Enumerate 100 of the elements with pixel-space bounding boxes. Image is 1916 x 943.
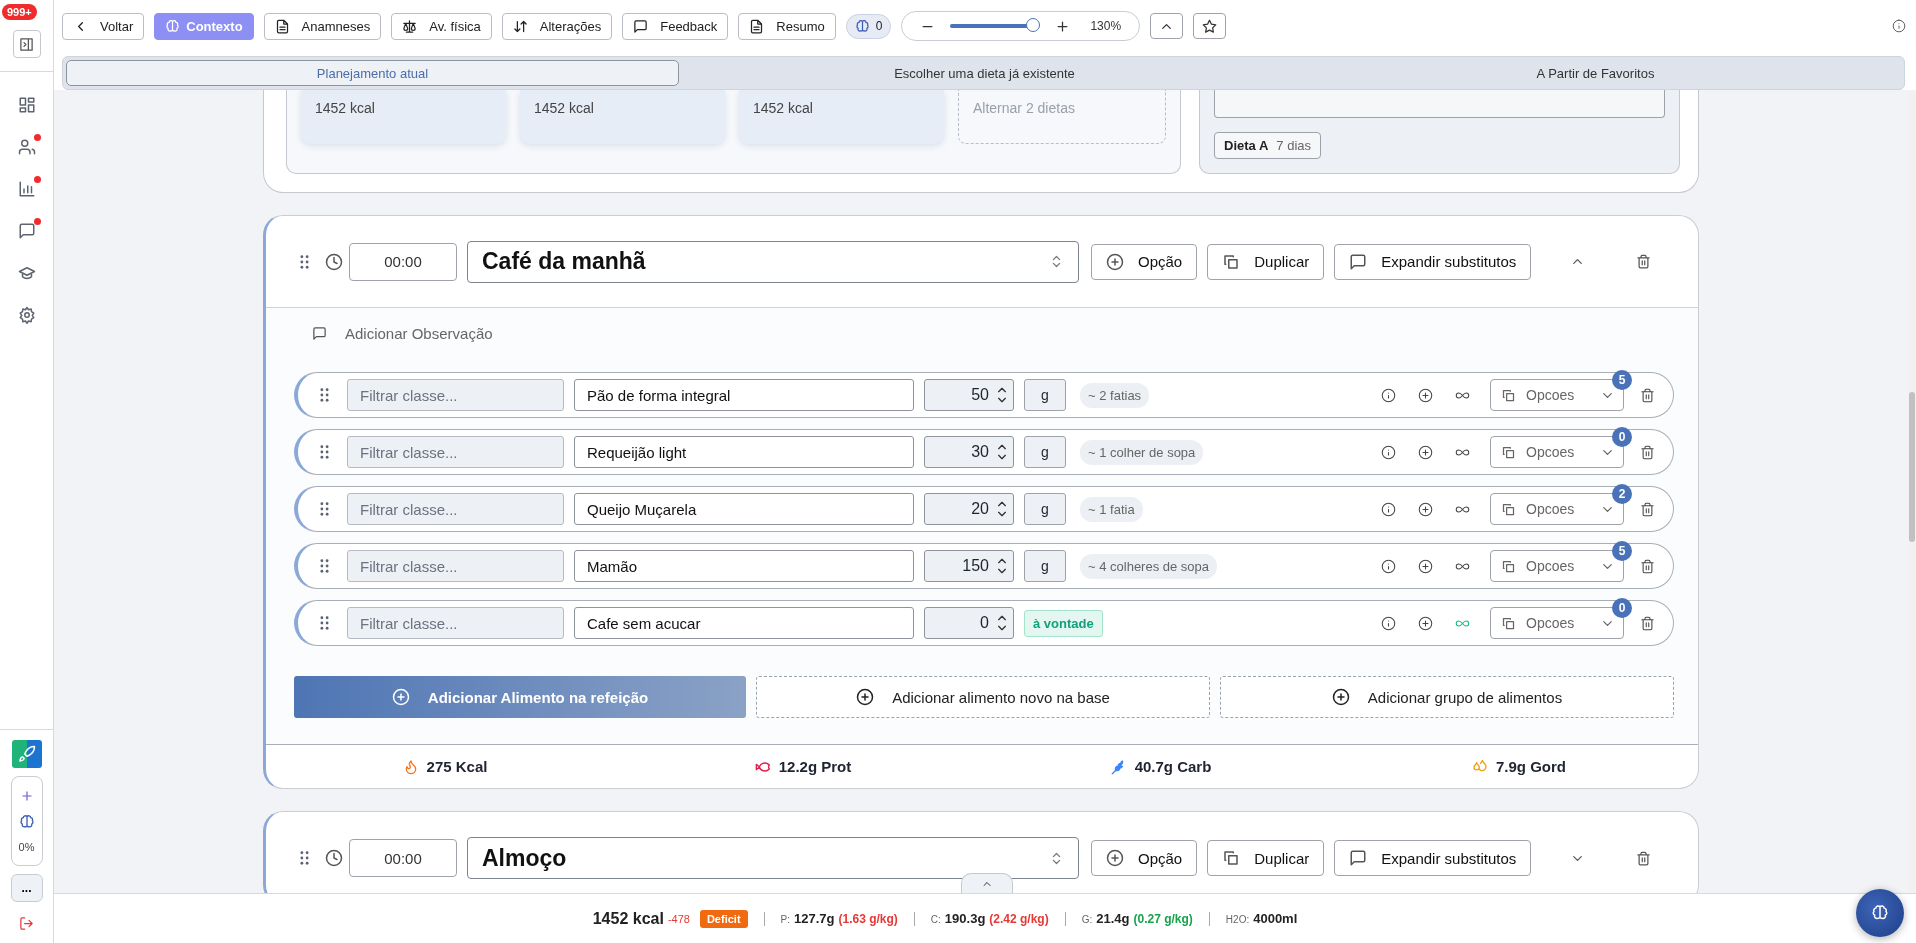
toolbar-button[interactable]: Resumo <box>738 12 836 40</box>
add-food-button[interactable]: Adicionar alimento novo na base <box>756 676 1210 718</box>
kcal-delta: -478 <box>667 912 690 925</box>
portion-tag: ~ 1 colher de sopa <box>1080 439 1204 465</box>
brain-icon <box>165 18 181 34</box>
trash-icon[interactable] <box>1640 387 1655 403</box>
diet-name: Dieta A <box>1224 138 1269 153</box>
trash-icon <box>1635 850 1651 866</box>
ai-counter[interactable]: 0 <box>845 13 892 39</box>
document-icon <box>274 18 290 34</box>
drag-handle-icon[interactable] <box>320 502 329 516</box>
chat-icon <box>633 18 649 34</box>
food-name-field[interactable]: Queijo Muçarela <box>574 493 914 525</box>
toolbar-button[interactable]: Feedback <box>622 12 729 40</box>
rocket-button[interactable] <box>11 740 42 768</box>
day-card[interactable]: 1452 kcal <box>301 90 506 144</box>
quantity-field[interactable]: 150 <box>924 550 1014 582</box>
zoom-reading: 130% <box>1090 19 1122 33</box>
meal-action-button[interactable]: Duplicar <box>1207 243 1325 280</box>
trash-icon[interactable] <box>1640 615 1655 631</box>
more-button[interactable]: ... <box>10 874 43 902</box>
diet-tag[interactable]: Dieta A 7 dias <box>1214 132 1321 159</box>
add-food-button[interactable]: Adicionar grupo de alimentos <box>1220 676 1674 718</box>
tab[interactable]: A Partir de Favoritos <box>1290 60 1901 86</box>
copy-icon <box>1501 387 1516 403</box>
quantity-field[interactable]: 20 <box>924 493 1014 525</box>
clock-icon <box>325 252 343 271</box>
settings-icon <box>17 306 36 324</box>
tab[interactable]: Planejamento atual <box>66 60 679 86</box>
substitutes-count-badge: 5 <box>1612 541 1632 561</box>
drag-handle-icon[interactable] <box>320 559 329 573</box>
info-icon[interactable] <box>1892 19 1906 33</box>
substitutes-count-badge: 0 <box>1612 598 1632 618</box>
day-card[interactable]: 1452 kcal <box>739 90 944 144</box>
class-filter-field[interactable]: Filtrar classe... <box>347 607 564 639</box>
trash-icon[interactable] <box>1640 501 1655 517</box>
chat-icon <box>312 325 327 341</box>
unit-field[interactable]: g <box>1024 493 1066 525</box>
info-icon[interactable] <box>1381 615 1396 631</box>
meal-action-button[interactable]: Opção <box>1091 243 1198 280</box>
toolbar-button[interactable]: Anamneses <box>263 12 382 40</box>
plus-icon[interactable] <box>1055 18 1071 34</box>
logout-icon[interactable] <box>19 916 34 931</box>
meal-name-select[interactable]: Almoço <box>467 837 1079 879</box>
day-card[interactable]: 1452 kcal <box>520 90 725 144</box>
drag-handle-icon[interactable] <box>320 445 329 459</box>
unit-field[interactable]: g <box>1024 379 1066 411</box>
toolbar-button[interactable]: Alterações <box>501 12 613 40</box>
favorite-button[interactable] <box>1193 13 1227 39</box>
food-name-field[interactable]: Pão de forma integral <box>574 379 914 411</box>
trash-icon[interactable] <box>1640 444 1655 460</box>
drag-handle-icon[interactable] <box>320 388 329 402</box>
info-icon[interactable] <box>1381 501 1396 517</box>
unit-field[interactable]: g <box>1024 550 1066 582</box>
meal-action-button[interactable]: Duplicar <box>1207 840 1325 876</box>
class-filter-field[interactable]: Filtrar classe... <box>347 436 564 468</box>
meal-name-select[interactable]: Café da manhã <box>467 240 1079 283</box>
macro-total: 40.7g Carb <box>1134 758 1212 775</box>
info-icon[interactable] <box>1381 444 1396 460</box>
quantity-field[interactable]: 0 <box>924 607 1014 639</box>
class-filter-field[interactable]: Filtrar classe... <box>347 493 564 525</box>
macro-value: 127.7g <box>794 911 835 926</box>
macro-label: P: <box>780 914 790 925</box>
drag-handle-icon[interactable] <box>320 616 329 630</box>
meal-action-button[interactable]: Expandir substitutos <box>1334 243 1532 280</box>
macro-value: 190.3g <box>944 911 986 926</box>
add-observation-button[interactable]: Adicionar Observação <box>294 308 493 348</box>
unit-field[interactable]: g <box>1024 436 1066 468</box>
time-field[interactable]: 00:00 <box>349 242 457 281</box>
copy-icon <box>1501 501 1516 517</box>
copy-icon <box>1501 444 1516 460</box>
class-filter-field[interactable]: Filtrar classe... <box>347 550 564 582</box>
brain-icon <box>18 814 35 830</box>
slider-thumb[interactable] <box>1026 18 1041 32</box>
water-value: 4000ml <box>1253 911 1298 926</box>
collapse-sidebar-button[interactable] <box>12 30 41 58</box>
time-field[interactable]: 00:00 <box>349 839 457 877</box>
chat-icon <box>17 222 36 240</box>
quantity-field[interactable]: 50 <box>924 379 1014 411</box>
meal-action-button[interactable]: Expandir substitutos <box>1334 840 1532 876</box>
trash-icon[interactable] <box>1640 558 1655 574</box>
toolbar-button[interactable]: Voltar <box>62 12 145 40</box>
chat-icon <box>1349 849 1368 867</box>
info-icon[interactable] <box>1381 387 1396 403</box>
toolbar-button[interactable]: Av. física <box>391 12 492 40</box>
meal-action-button[interactable]: Opção <box>1091 840 1198 876</box>
info-icon[interactable] <box>1381 558 1396 574</box>
notification-badge: 999+ <box>2 4 37 20</box>
clock-icon <box>325 849 343 867</box>
deficit-badge: Deficit <box>699 909 748 928</box>
per-kg-value: (1.63 g/kg) <box>838 912 898 926</box>
drag-handle-icon[interactable] <box>300 851 309 865</box>
tab[interactable]: Escolher uma dieta já existente <box>679 60 1290 86</box>
food-name-field[interactable]: Requeijão light <box>574 436 914 468</box>
quantity-field[interactable]: 30 <box>924 436 1014 468</box>
drag-handle-icon[interactable] <box>300 254 309 269</box>
brain-icon <box>854 18 870 34</box>
class-filter-field[interactable]: Filtrar classe... <box>347 379 564 411</box>
food-name-field[interactable]: Cafe sem acucar <box>574 607 914 639</box>
food-name-field[interactable]: Mamão <box>574 550 914 582</box>
